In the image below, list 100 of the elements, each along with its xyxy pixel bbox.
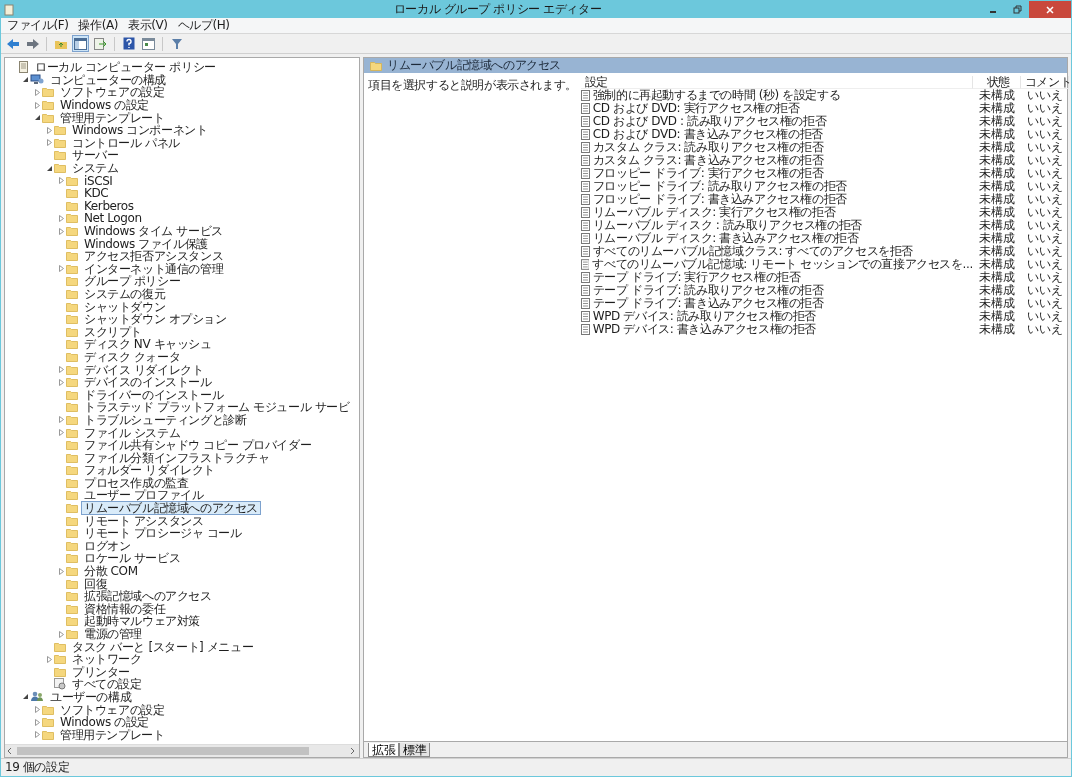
collapsed-arrow-icon[interactable] [33, 706, 41, 714]
collapsed-arrow-icon[interactable] [45, 655, 53, 663]
tree-item[interactable]: 回復 [81, 576, 111, 591]
view-tab[interactable]: 拡張 [368, 743, 400, 757]
collapsed-arrow-icon[interactable] [33, 718, 41, 726]
collapsed-arrow-icon[interactable] [33, 101, 41, 109]
state-cell-text: 未構成 [979, 309, 1015, 323]
menu-item[interactable]: ヘルプ(H) [173, 18, 234, 33]
tree-item[interactable]: リモート アシスタンス [81, 513, 207, 528]
tree-item[interactable]: プリンター [69, 664, 133, 679]
policy-icon [580, 155, 590, 166]
collapsed-arrow-icon[interactable] [57, 214, 65, 222]
menu-item[interactable]: 操作(A) [74, 18, 123, 33]
collapsed-arrow-icon[interactable] [33, 89, 41, 96]
tree-item[interactable]: ディスク NV キャッシュ [81, 337, 215, 352]
menu-item[interactable]: 表示(V) [124, 18, 172, 33]
state-cell-text: 未構成 [979, 244, 1015, 258]
tree-item[interactable]: デバイスのインストール [81, 375, 215, 390]
tree-item[interactable]: インターネット通信の管理 [81, 261, 227, 276]
menu-item[interactable]: ファイル(F) [3, 18, 73, 33]
column-header[interactable]: 状態 [972, 76, 1021, 89]
tree-item[interactable]: サーバー [69, 148, 122, 163]
tree-item[interactable]: システムの復元 [81, 287, 169, 301]
collapsed-arrow-icon[interactable] [57, 265, 65, 273]
tree-item[interactable]: 電源の管理 [81, 627, 145, 641]
comment-cell-text: いいえ [1027, 114, 1063, 129]
collapsed-arrow-icon[interactable] [57, 177, 65, 185]
close-button[interactable] [1029, 1, 1071, 18]
tree-item[interactable]: ユーザー プロファイル [81, 488, 207, 503]
tree-item[interactable]: トラステッド プラットフォーム モジュール サービ [81, 400, 353, 415]
tree-item[interactable]: 起動時マルウェア対策 [81, 614, 203, 629]
tree-item[interactable]: Windows タイム サービス [81, 224, 226, 238]
expanded-arrow-icon[interactable] [21, 693, 29, 701]
collapsed-arrow-icon[interactable] [57, 378, 65, 386]
tree-item[interactable]: KDC [81, 186, 112, 201]
tree-item[interactable]: トラブルシューティングと診断 [81, 412, 250, 427]
folder-icon [66, 364, 78, 375]
tree-item[interactable]: ディスク クォータ [81, 349, 184, 364]
tree-item[interactable]: プロセス作成の監査 [81, 475, 192, 490]
tree-item[interactable]: タスク バーと [スタート] メニュー [69, 639, 257, 654]
tree-item[interactable]: ドライバーのインストール [81, 387, 227, 402]
folder-icon [42, 100, 54, 111]
tree-item[interactable]: 拡張記憶域へのアクセス [81, 589, 215, 604]
tree-item[interactable]: iSCSI [81, 173, 116, 188]
collapsed-arrow-icon[interactable] [57, 366, 65, 374]
tree-item[interactable]: フォルダー リダイレクト [81, 463, 218, 478]
tree-item[interactable]: すべての設定 [69, 677, 145, 692]
collapsed-arrow-icon[interactable] [57, 227, 65, 235]
users-icon [30, 691, 44, 703]
tree-item[interactable]: ローカル コンピューター ポリシー [32, 60, 219, 75]
collapsed-arrow-icon[interactable] [57, 416, 65, 424]
folder-icon [42, 729, 54, 740]
folder-icon [66, 528, 78, 539]
tree-item[interactable]: アクセス拒否アシスタンス [81, 249, 227, 264]
collapsed-arrow-icon[interactable] [57, 630, 65, 638]
comment-cell-text: いいえ [1027, 309, 1063, 324]
tree-item[interactable]: 分散 COM [81, 564, 141, 579]
tree-item[interactable]: システム [69, 161, 122, 176]
view-button[interactable] [140, 35, 157, 52]
column-header[interactable]: コメント [1020, 76, 1069, 89]
collapsed-arrow-icon[interactable] [45, 139, 53, 147]
setting-name[interactable]: WPD デバイス: 書き込みアクセス権の拒否 [592, 321, 817, 338]
tree-item[interactable]: ユーザーの構成 [47, 690, 135, 704]
policy-icon [580, 142, 590, 153]
tree-item[interactable]: ロケール サービス [81, 551, 184, 566]
tree-item[interactable]: 資格情報の委任 [81, 601, 169, 616]
tree-item[interactable]: ファイル システム [81, 425, 184, 440]
state-cell-text: 未構成 [979, 114, 1015, 128]
tree-item[interactable]: Kerberos [81, 198, 137, 213]
tree-item[interactable]: Windows コンポーネント [69, 123, 211, 138]
tree-item[interactable]: 管理用テンプレート [57, 727, 168, 742]
collapsed-arrow-icon[interactable] [45, 126, 53, 134]
state-cell-text: 未構成 [979, 218, 1015, 232]
view-tab[interactable]: 標準 [399, 743, 431, 757]
horizontal-scrollbar[interactable] [5, 746, 357, 756]
comment-cell-text: いいえ [1027, 283, 1063, 298]
tree-item[interactable]: リモート プロシージャ コール [81, 526, 245, 541]
tree-item[interactable]: コントロール パネル [69, 135, 183, 150]
column-header[interactable]: 設定 [580, 76, 973, 89]
collapsed-arrow-icon[interactable] [57, 429, 65, 436]
tree-item[interactable]: デバイス リダイレクト [81, 362, 207, 377]
tree-item[interactable]: コンピューターの構成 [47, 72, 169, 87]
tree-item[interactable]: ログオン [81, 538, 134, 553]
tree-item[interactable]: Windows の設定 [57, 98, 152, 113]
folder-icon [66, 515, 78, 526]
tree-item[interactable]: シャットダウン [81, 299, 169, 314]
expanded-arrow-icon[interactable] [45, 164, 53, 172]
expanded-arrow-icon[interactable] [33, 114, 41, 122]
tree-item[interactable]: ネットワーク [69, 652, 145, 667]
tree-item[interactable]: Windows の設定 [57, 715, 152, 730]
tree-item[interactable]: Windows ファイル保護 [81, 236, 211, 251]
tree-item[interactable]: グループ ポリシー [81, 274, 184, 289]
export-button[interactable] [92, 35, 109, 52]
tree-toggle-button[interactable] [72, 35, 89, 52]
tree-item[interactable]: 管理用テンプレート [57, 110, 168, 125]
expanded-arrow-icon[interactable] [21, 76, 29, 84]
collapsed-arrow-icon[interactable] [57, 567, 65, 575]
tree-item[interactable]: Net Logon [81, 211, 145, 226]
collapsed-arrow-icon[interactable] [33, 731, 41, 739]
tree-item[interactable]: リムーバブル記憶域へのアクセス [81, 501, 261, 516]
